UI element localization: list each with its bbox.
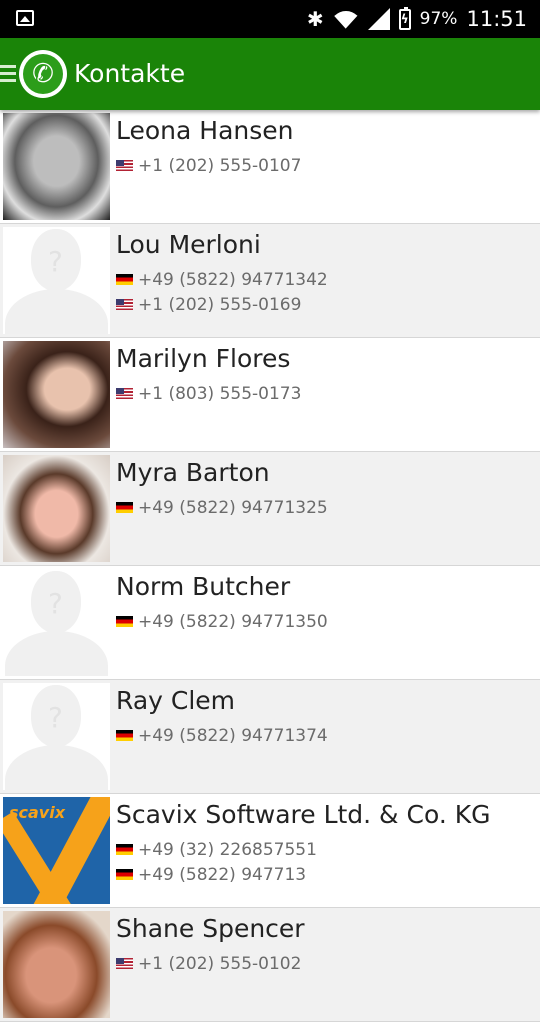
contact-phone-list: +49 (5822) 94771350 (116, 609, 328, 634)
phone-number-row[interactable]: +49 (5822) 94771374 (116, 723, 328, 748)
germany-flag-icon (116, 502, 133, 513)
phone-number: +1 (202) 555-0169 (138, 294, 302, 315)
contact-row[interactable]: Leona Hansen +1 (202) 555-0107 (0, 110, 540, 224)
contact-phone-list: +1 (803) 555-0173 (116, 381, 301, 406)
status-bar: ✱ ϟ 97% 11:51 (0, 0, 540, 38)
phone-number: +1 (202) 555-0102 (138, 953, 302, 974)
germany-flag-icon (116, 869, 133, 880)
bluetooth-icon: ✱ (306, 7, 324, 31)
germany-flag-icon (116, 616, 133, 627)
contact-avatar: scavix (3, 797, 110, 904)
phone-number: +49 (5822) 94771374 (138, 725, 328, 746)
contact-avatar: ? (3, 227, 110, 334)
contact-avatar (3, 911, 110, 1018)
contact-name: Scavix Software Ltd. & Co. KG (116, 800, 491, 829)
phone-number: +49 (5822) 94771350 (138, 611, 328, 632)
contact-name: Lou Merloni (116, 230, 261, 259)
battery-charging-icon: ϟ (398, 6, 411, 30)
company-logo-text: scavix (9, 803, 66, 822)
contact-row[interactable]: scavix Scavix Software Ltd. & Co. KG +49 (… (0, 794, 540, 908)
page-title: Kontakte (74, 59, 186, 88)
contact-phone-list: +49 (32) 226857551 +49 (5822) 947713 (116, 837, 317, 887)
phone-number: +49 (5822) 94771342 (138, 269, 328, 290)
app-phone-icon[interactable]: ✆ (19, 50, 67, 98)
battery-percent: 97% (419, 9, 458, 29)
signal-icon (367, 8, 390, 30)
phone-number: +49 (5822) 94771325 (138, 497, 328, 518)
contact-name: Norm Butcher (116, 572, 291, 601)
contact-avatar (3, 341, 110, 448)
clock: 11:51 (466, 7, 527, 31)
contact-name: Ray Clem (116, 686, 236, 715)
contact-avatar (3, 455, 110, 562)
contact-row[interactable]: Marilyn Flores +1 (803) 555-0173 (0, 338, 540, 452)
contact-name: Myra Barton (116, 458, 270, 487)
contact-row[interactable]: ? Ray Clem +49 (5822) 94771374 (0, 680, 540, 794)
phone-number-row[interactable]: +49 (5822) 94771350 (116, 609, 328, 634)
phone-number-row[interactable]: +1 (202) 555-0102 (116, 951, 301, 976)
phone-number: +49 (5822) 947713 (138, 864, 307, 885)
contact-name: Leona Hansen (116, 116, 294, 145)
phone-number: +1 (803) 555-0173 (138, 383, 302, 404)
gallery-icon (16, 10, 34, 26)
phone-number-row[interactable]: +1 (803) 555-0173 (116, 381, 301, 406)
phone-number-row[interactable]: +1 (202) 555-0169 (116, 292, 328, 317)
phone-number-row[interactable]: +49 (5822) 947713 (116, 862, 317, 887)
contact-avatar: ? (3, 569, 110, 676)
contact-avatar: ? (3, 683, 110, 790)
phone-number-row[interactable]: +49 (5822) 94771342 (116, 267, 328, 292)
phone-number: +49 (32) 226857551 (138, 839, 317, 860)
phone-number: +1 (202) 555-0107 (138, 155, 302, 176)
contact-phone-list: +49 (5822) 94771342 +1 (202) 555-0169 (116, 267, 328, 317)
app-bar: ✆ Kontakte (0, 38, 540, 110)
phone-number-row[interactable]: +49 (32) 226857551 (116, 837, 317, 862)
usa-flag-icon (116, 388, 133, 399)
hamburger-menu-icon[interactable] (0, 65, 16, 83)
contact-row[interactable]: Myra Barton +49 (5822) 94771325 (0, 452, 540, 566)
contact-name: Shane Spencer (116, 914, 305, 943)
contact-list: Leona Hansen +1 (202) 555-0107? Lou Merlon… (0, 110, 540, 1022)
contact-row[interactable]: ? Lou Merloni +49 (5822) 94771342 +1 (202) … (0, 224, 540, 338)
usa-flag-icon (116, 299, 133, 310)
contact-name: Marilyn Flores (116, 344, 291, 373)
germany-flag-icon (116, 730, 133, 741)
germany-flag-icon (116, 844, 133, 855)
phone-number-row[interactable]: +1 (202) 555-0107 (116, 153, 301, 178)
contact-avatar (3, 113, 110, 220)
contact-row[interactable]: Shane Spencer +1 (202) 555-0102 (0, 908, 540, 1022)
contact-phone-list: +49 (5822) 94771325 (116, 495, 328, 520)
germany-flag-icon (116, 274, 133, 285)
phone-number-row[interactable]: +49 (5822) 94771325 (116, 495, 328, 520)
contact-row[interactable]: ? Norm Butcher +49 (5822) 94771350 (0, 566, 540, 680)
contact-phone-list: +1 (202) 555-0107 (116, 153, 301, 178)
contact-phone-list: +49 (5822) 94771374 (116, 723, 328, 748)
wifi-icon (333, 9, 359, 29)
usa-flag-icon (116, 160, 133, 171)
contact-phone-list: +1 (202) 555-0102 (116, 951, 301, 976)
